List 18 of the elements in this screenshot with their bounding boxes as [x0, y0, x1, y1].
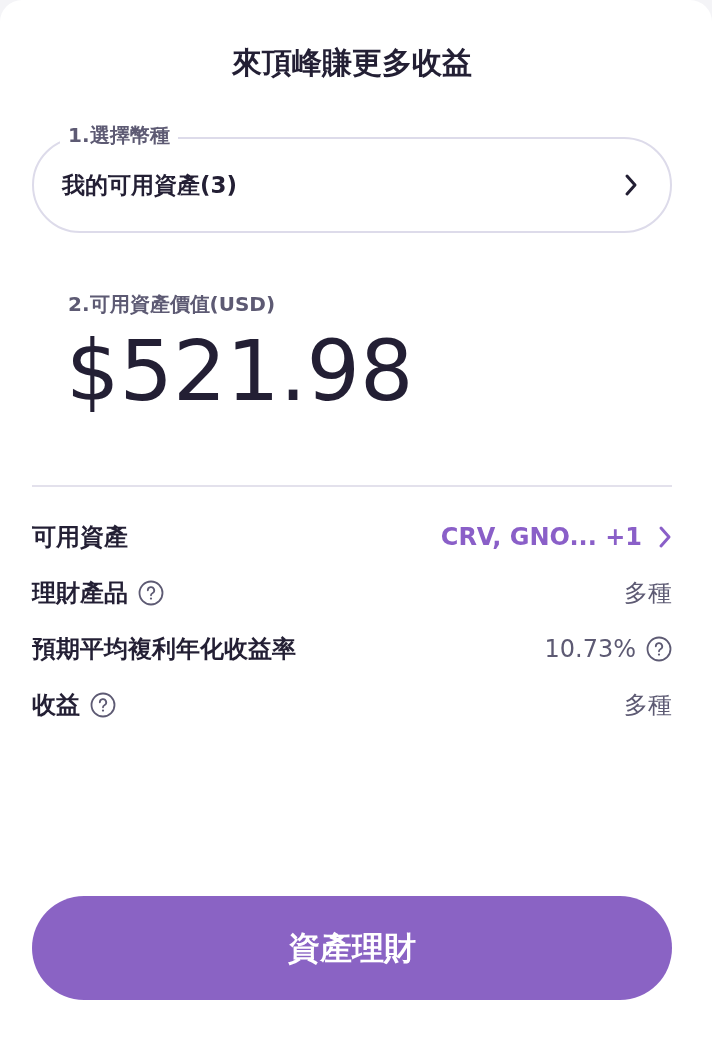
row-label: 可用資產 [32, 522, 128, 554]
row-label: 理財產品 [32, 578, 128, 610]
row-label: 預期平均複利年化收益率 [32, 634, 296, 666]
help-icon[interactable] [646, 636, 672, 663]
row-value: 多種 [624, 690, 672, 722]
asset-amount: $521.98 [66, 325, 415, 418]
chevron-right-icon [624, 173, 638, 197]
value-label: 2.可用資產價值(USD) [68, 291, 277, 318]
help-icon[interactable] [90, 692, 116, 719]
field-value: 我的可用資產(3) [62, 170, 238, 200]
chevron-right-icon [658, 525, 672, 550]
help-icon[interactable] [138, 580, 164, 607]
row-label: 收益 [32, 690, 80, 722]
row-value: 多種 [624, 578, 672, 610]
page-title: 來頂峰賺更多收益 [231, 44, 473, 82]
invest-button[interactable]: 資產理財 [32, 896, 672, 1000]
assets-link[interactable]: CRV, GNO... +1 [440, 519, 672, 556]
row-value: 10.73% [544, 634, 636, 666]
